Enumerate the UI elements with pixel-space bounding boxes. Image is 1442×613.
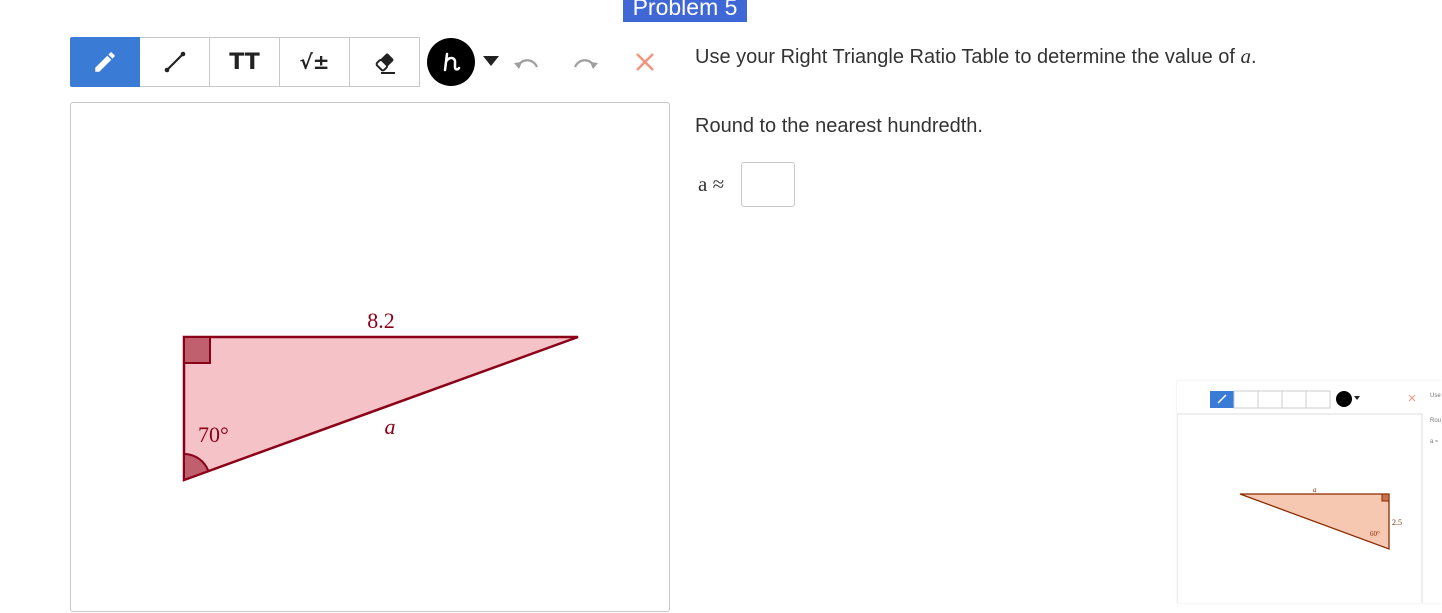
- thumb-color-picker: [1336, 391, 1352, 407]
- prompt-text: Use your Right Triangle Ratio Table to d…: [695, 46, 1235, 68]
- drawing-toolbar: TT √±: [70, 37, 420, 87]
- color-picker-button[interactable]: [427, 38, 475, 86]
- thumb-text-use: Use: [1430, 393, 1441, 399]
- right-angle-marker: [183, 336, 211, 364]
- triangle-shape: [182, 335, 579, 482]
- triangle-figure: 8.2 70° a: [182, 308, 579, 482]
- rounding-instruction: Round to the nearest hundredth.: [695, 115, 983, 137]
- thumbnail-preview: 2.5 60° a: [1177, 390, 1423, 603]
- pencil-icon: [95, 52, 115, 72]
- squiggle-icon: [443, 52, 461, 72]
- eraser-tool-button[interactable]: [350, 37, 420, 87]
- thumb-eraser-tool: [1305, 390, 1331, 409]
- thumb-text-tool: [1257, 390, 1283, 409]
- thumb-side-label: 2.5: [1392, 518, 1402, 527]
- redo-icon[interactable]: [570, 52, 600, 74]
- thumb-math-tool: [1281, 390, 1307, 409]
- thumb-text-answer: a ≈: [1430, 439, 1439, 445]
- thumb-right-angle: [1381, 493, 1390, 502]
- line-tool-button[interactable]: [140, 37, 210, 87]
- thumb-hyp-label: a: [1313, 486, 1317, 494]
- thumb-line-tool: [1233, 390, 1259, 409]
- thumb-text-round: Rou: [1430, 418, 1442, 424]
- text-tool-button[interactable]: TT: [210, 37, 280, 87]
- prompt-variable: a: [1240, 44, 1252, 68]
- thumb-angle-label: 60°: [1370, 530, 1380, 538]
- next-problem-thumbnail[interactable]: 2.5 60° a Use Rou a ≈: [1177, 381, 1442, 603]
- drawing-canvas[interactable]: 8.2 70° a: [70, 102, 670, 612]
- undo-icon[interactable]: [512, 52, 542, 74]
- problem-prompt: Use your Right Triangle Ratio Table to d…: [695, 44, 1257, 69]
- math-icon: √±: [299, 50, 330, 74]
- side-length-label: 8.2: [367, 308, 395, 333]
- close-icon[interactable]: [634, 51, 656, 73]
- problem-title: Problem 5: [623, 0, 747, 22]
- answer-label: a ≈: [698, 172, 725, 196]
- hypotenuse-label: a: [385, 414, 396, 439]
- math-tool-button[interactable]: √±: [280, 37, 350, 87]
- text-icon: TT: [229, 49, 260, 75]
- prompt-period: .: [1251, 46, 1257, 68]
- angle-label: 70°: [198, 422, 229, 447]
- eraser-icon: [375, 53, 395, 74]
- line-icon: [164, 51, 185, 73]
- pencil-tool-button[interactable]: [70, 37, 140, 87]
- chevron-down-icon[interactable]: [482, 55, 500, 67]
- answer-input[interactable]: [741, 162, 795, 207]
